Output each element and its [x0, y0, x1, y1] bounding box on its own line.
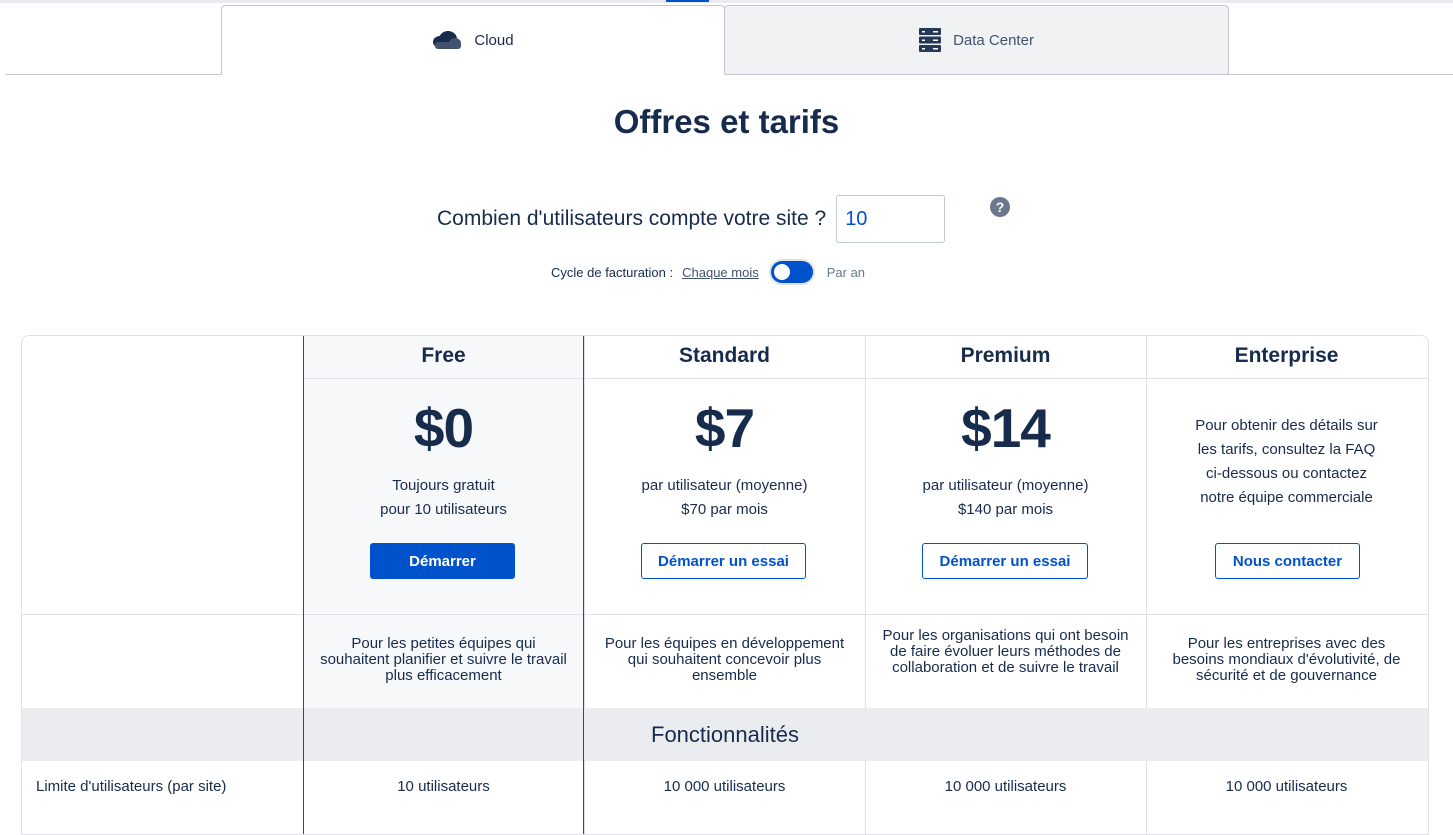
feature-value-enterprise: 10 000 utilisateurs [1225, 778, 1348, 795]
top-divider [0, 0, 1453, 3]
features-section-header: Fonctionnalités [22, 708, 1428, 761]
tab-data-center[interactable]: Data Center [724, 5, 1229, 75]
column-divider [865, 761, 866, 834]
feature-value-standard: 10 000 utilisateurs [663, 778, 786, 795]
billing-cycle-label: Cycle de facturation : [551, 264, 674, 280]
enterprise-desc-line: ci-dessous ou contactez [1206, 465, 1367, 482]
billing-cycle-toggle[interactable] [770, 261, 813, 283]
plan-free: Free $0 Toujours gratuit pour 10 utilisa… [303, 336, 584, 708]
plan-price-description: Toujours gratuit pour 10 utilisateurs [303, 474, 584, 522]
price-desc-line: par utilisateur (moyenne) [641, 477, 808, 494]
plan-enterprise: Enterprise Pour obtenir des détails sur … [1146, 336, 1427, 708]
enterprise-desc-line: les tarifs, consultez la FAQ [1197, 441, 1376, 458]
user-count-input[interactable] [836, 195, 946, 243]
plan-price: $0 [413, 397, 474, 459]
plan-price-description: par utilisateur (moyenne) $70 par mois [584, 474, 865, 522]
tab-cloud[interactable]: Cloud [221, 5, 725, 75]
billing-yearly-option[interactable]: Par an [827, 265, 865, 280]
column-divider [1146, 761, 1147, 834]
price-desc-line: par utilisateur (moyenne) [922, 477, 1089, 494]
enterprise-desc-line: notre équipe commerciale [1200, 489, 1373, 506]
help-icon[interactable]: ? [990, 197, 1010, 217]
top-nav-indicator [666, 0, 709, 2]
contact-us-button[interactable]: Nous contacter [1215, 543, 1360, 579]
column-divider [584, 761, 585, 834]
plan-price: $14 [961, 397, 1051, 459]
start-free-button[interactable]: Démarrer [370, 543, 515, 579]
plan-name: Enterprise [1234, 344, 1339, 367]
cloud-icon [432, 30, 462, 50]
server-icon [919, 28, 942, 52]
plan-standard: Standard $7 par utilisateur (moyenne) $7… [584, 336, 865, 708]
tab-data-center-label: Data Center [953, 31, 1034, 49]
plan-name: Free [421, 344, 466, 367]
feature-row-label: Limite d'utilisateurs (par site) [36, 778, 227, 795]
page-title: Offres et tarifs [613, 103, 840, 140]
plan-tagline: Pour les petites équipes qui souhaitent … [320, 635, 567, 684]
plan-premium: Premium $14 par utilisateur (moyenne) $1… [865, 336, 1146, 708]
user-count-row: Combien d'utilisateurs compte votre site… [437, 195, 946, 243]
plan-name: Standard [678, 344, 770, 367]
plan-name: Premium [960, 344, 1051, 367]
enterprise-desc-line: Pour obtenir des détails sur [1195, 417, 1378, 434]
plan-tagline: Pour les équipes en développement qui so… [604, 635, 845, 684]
price-desc-line: $70 par mois [681, 501, 768, 518]
start-trial-premium-button[interactable]: Démarrer un essai [922, 543, 1088, 579]
plan-tagline: Pour les organisations qui ont besoin de… [882, 627, 1129, 676]
pricing-table: Free $0 Toujours gratuit pour 10 utilisa… [21, 335, 1429, 835]
price-desc-line: $140 par mois [957, 501, 1054, 518]
feature-value-premium: 10 000 utilisateurs [944, 778, 1067, 795]
plan-tagline: Pour les entreprises avec des besoins mo… [1172, 635, 1401, 684]
plan-price-description: par utilisateur (moyenne) $140 par mois [865, 474, 1146, 522]
user-count-question: Combien d'utilisateurs compte votre site… [437, 207, 827, 230]
billing-monthly-link[interactable]: Chaque mois [682, 265, 759, 280]
toggle-knob [773, 264, 790, 280]
tab-cloud-label: Cloud [474, 31, 514, 49]
plan-enterprise-description: Pour obtenir des détails sur les tarifs,… [1166, 414, 1407, 510]
billing-cycle-row: Cycle de facturation : Chaque mois Par a… [551, 260, 865, 284]
price-desc-line: pour 10 utilisateurs [380, 501, 507, 518]
start-trial-standard-button[interactable]: Démarrer un essai [641, 543, 806, 579]
feature-value-free: 10 utilisateurs [397, 778, 490, 795]
plan-price: $7 [694, 397, 755, 459]
price-desc-line: Toujours gratuit [392, 477, 495, 494]
